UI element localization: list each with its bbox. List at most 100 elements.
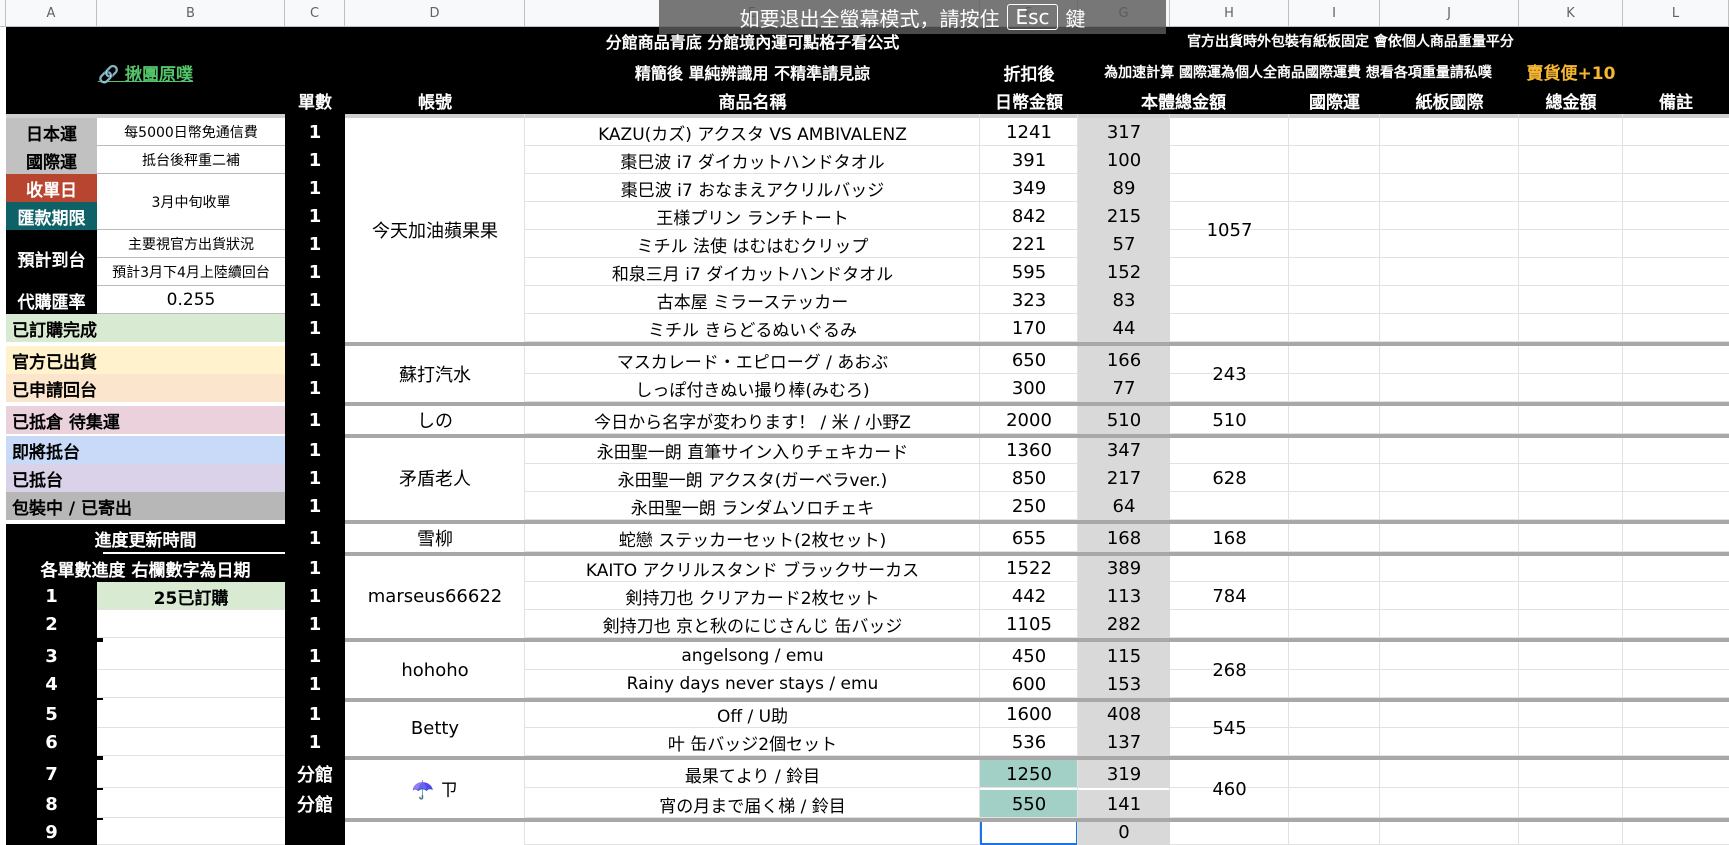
item-name[interactable]: 蛇戀 ステッカーセット(2枚セット) (525, 524, 980, 552)
item-jpy[interactable]: 1250 (980, 760, 1078, 788)
group-total[interactable]: 243 (1170, 346, 1289, 402)
item-discount[interactable]: 319 (1078, 760, 1170, 788)
item-jpy[interactable]: 842 (980, 202, 1078, 230)
item-discount[interactable]: 153 (1078, 670, 1170, 698)
group-account[interactable]: marseus66622 (345, 554, 525, 638)
item-count[interactable]: 1 (285, 700, 345, 728)
item-name[interactable] (525, 820, 980, 845)
item-count[interactable]: 1 (285, 464, 345, 492)
column-header-b[interactable]: B (97, 0, 285, 27)
column-header-h[interactable]: H (1170, 0, 1289, 27)
item-name[interactable]: 剣持刀也 京と秋のにじさんじ 缶バッジ (525, 610, 980, 638)
item-name[interactable]: KAITO アクリルスタンド ブラックサーカス (525, 554, 980, 582)
item-jpy[interactable]: 300 (980, 374, 1078, 402)
progress-value[interactable] (97, 700, 285, 728)
item-discount[interactable]: 389 (1078, 554, 1170, 582)
item-jpy[interactable]: 2000 (980, 406, 1078, 434)
progress-value[interactable] (97, 820, 285, 845)
item-name[interactable]: 最果てより / 鈴目 (525, 760, 980, 788)
selected-cell[interactable] (980, 820, 1078, 845)
item-jpy[interactable]: 1241 (980, 118, 1078, 146)
item-count[interactable]: 1 (285, 582, 345, 610)
group-total[interactable]: 784 (1170, 554, 1289, 638)
item-discount[interactable]: 113 (1078, 582, 1170, 610)
item-discount[interactable]: 347 (1078, 436, 1170, 464)
item-count[interactable]: 1 (285, 492, 345, 520)
column-header-c[interactable]: C (285, 0, 345, 27)
item-count[interactable]: 分館 (285, 760, 345, 788)
item-jpy[interactable]: 250 (980, 492, 1078, 520)
group-account[interactable]: 蘇打汽水 (345, 346, 525, 402)
group-account[interactable]: 今天加油蘋果果 (345, 118, 525, 342)
item-discount[interactable]: 166 (1078, 346, 1170, 374)
item-jpy[interactable]: 1600 (980, 700, 1078, 728)
item-name[interactable]: Off / U助 (525, 700, 980, 728)
item-name[interactable]: 剣持刀也 クリアカード2枚セット (525, 582, 980, 610)
item-jpy[interactable]: 442 (980, 582, 1078, 610)
item-name[interactable]: Rainy days never stays / emu (525, 670, 980, 698)
item-discount[interactable]: 317 (1078, 118, 1170, 146)
progress-value[interactable] (97, 610, 285, 638)
item-discount[interactable]: 77 (1078, 374, 1170, 402)
status-legend-item[interactable]: 即將抵台 (6, 436, 285, 464)
item-count[interactable]: 1 (285, 670, 345, 698)
item-count[interactable]: 1 (285, 610, 345, 638)
column-header-i[interactable]: I (1289, 0, 1380, 27)
item-count[interactable]: 1 (285, 146, 345, 174)
status-legend-item[interactable]: 包裝中 / 已寄出 (6, 492, 285, 520)
item-count[interactable] (285, 820, 345, 845)
item-count[interactable]: 1 (285, 642, 345, 670)
item-name[interactable]: 棗巳波 i7 おなまえアクリルバッジ (525, 174, 980, 202)
group-total[interactable]: 545 (1170, 700, 1289, 756)
item-name[interactable]: ミチル きらどるぬいぐるみ (525, 314, 980, 342)
item-jpy[interactable]: 595 (980, 258, 1078, 286)
group-total[interactable]: 510 (1170, 406, 1289, 434)
item-name[interactable]: ミチル 法使 はむはむクリップ (525, 230, 980, 258)
item-jpy[interactable]: 600 (980, 670, 1078, 698)
item-name[interactable]: 永田聖一朗 ランダムソロチェキ (525, 492, 980, 520)
info-value-close-date[interactable]: 3月中旬收單 (97, 174, 285, 230)
item-jpy[interactable]: 349 (980, 174, 1078, 202)
item-name[interactable]: KAZU(カズ) アクスタ VS AMBIVALENZ (525, 118, 980, 146)
item-jpy[interactable]: 650 (980, 346, 1078, 374)
group-account[interactable]: Betty (345, 700, 525, 756)
item-count[interactable]: 1 (285, 554, 345, 582)
item-name[interactable]: 今日から名字が変わります！ / 米 / 小野Z (525, 406, 980, 434)
item-name[interactable]: 永田聖一朗 アクスタ(ガーベラver.) (525, 464, 980, 492)
progress-value[interactable] (97, 760, 285, 788)
item-discount[interactable]: 44 (1078, 314, 1170, 342)
group-total[interactable]: 1057 (1170, 118, 1289, 342)
item-count[interactable]: 1 (285, 728, 345, 756)
item-discount[interactable]: 137 (1078, 728, 1170, 756)
item-jpy[interactable]: 655 (980, 524, 1078, 552)
item-name[interactable]: マスカレード・エピローグ / あおぶ (525, 346, 980, 374)
group-account[interactable]: しの (345, 406, 525, 434)
column-header-d[interactable]: D (345, 0, 525, 27)
item-jpy[interactable]: 221 (980, 230, 1078, 258)
item-jpy[interactable]: 450 (980, 642, 1078, 670)
group-account[interactable]: ☂️ ㄗ (345, 760, 525, 818)
group-total[interactable]: 268 (1170, 642, 1289, 698)
progress-value[interactable] (97, 642, 285, 670)
group-account[interactable]: 矛盾老人 (345, 436, 525, 520)
item-name[interactable]: 永田聖一朗 直筆サイン入りチェキカード (525, 436, 980, 464)
status-legend-item[interactable]: 已抵倉 待集運 (6, 406, 285, 434)
item-discount[interactable]: 57 (1078, 230, 1170, 258)
progress-value[interactable]: 25已訂購 (97, 582, 285, 610)
item-count[interactable]: 1 (285, 286, 345, 314)
item-name[interactable]: 和泉三月 i7 ダイカットハンドタオル (525, 258, 980, 286)
progress-value[interactable] (97, 670, 285, 698)
item-jpy[interactable]: 850 (980, 464, 1078, 492)
item-jpy[interactable]: 550 (980, 790, 1078, 818)
group-link[interactable]: 🔗 揪團原噗 (6, 52, 285, 92)
item-discount[interactable]: 168 (1078, 524, 1170, 552)
group-total[interactable]: 460 (1170, 760, 1289, 818)
item-name[interactable]: angelsong / emu (525, 642, 980, 670)
info-value-arrival-1[interactable]: 主要視官方出貨狀況 (97, 230, 285, 258)
item-discount[interactable]: 115 (1078, 642, 1170, 670)
item-count[interactable]: 1 (285, 174, 345, 202)
info-value-japan-shipping[interactable]: 每5000日幣免通信費 (97, 118, 285, 146)
item-discount[interactable]: 83 (1078, 286, 1170, 314)
item-jpy[interactable]: 1360 (980, 436, 1078, 464)
status-legend-item[interactable]: 已抵台 (6, 464, 285, 492)
